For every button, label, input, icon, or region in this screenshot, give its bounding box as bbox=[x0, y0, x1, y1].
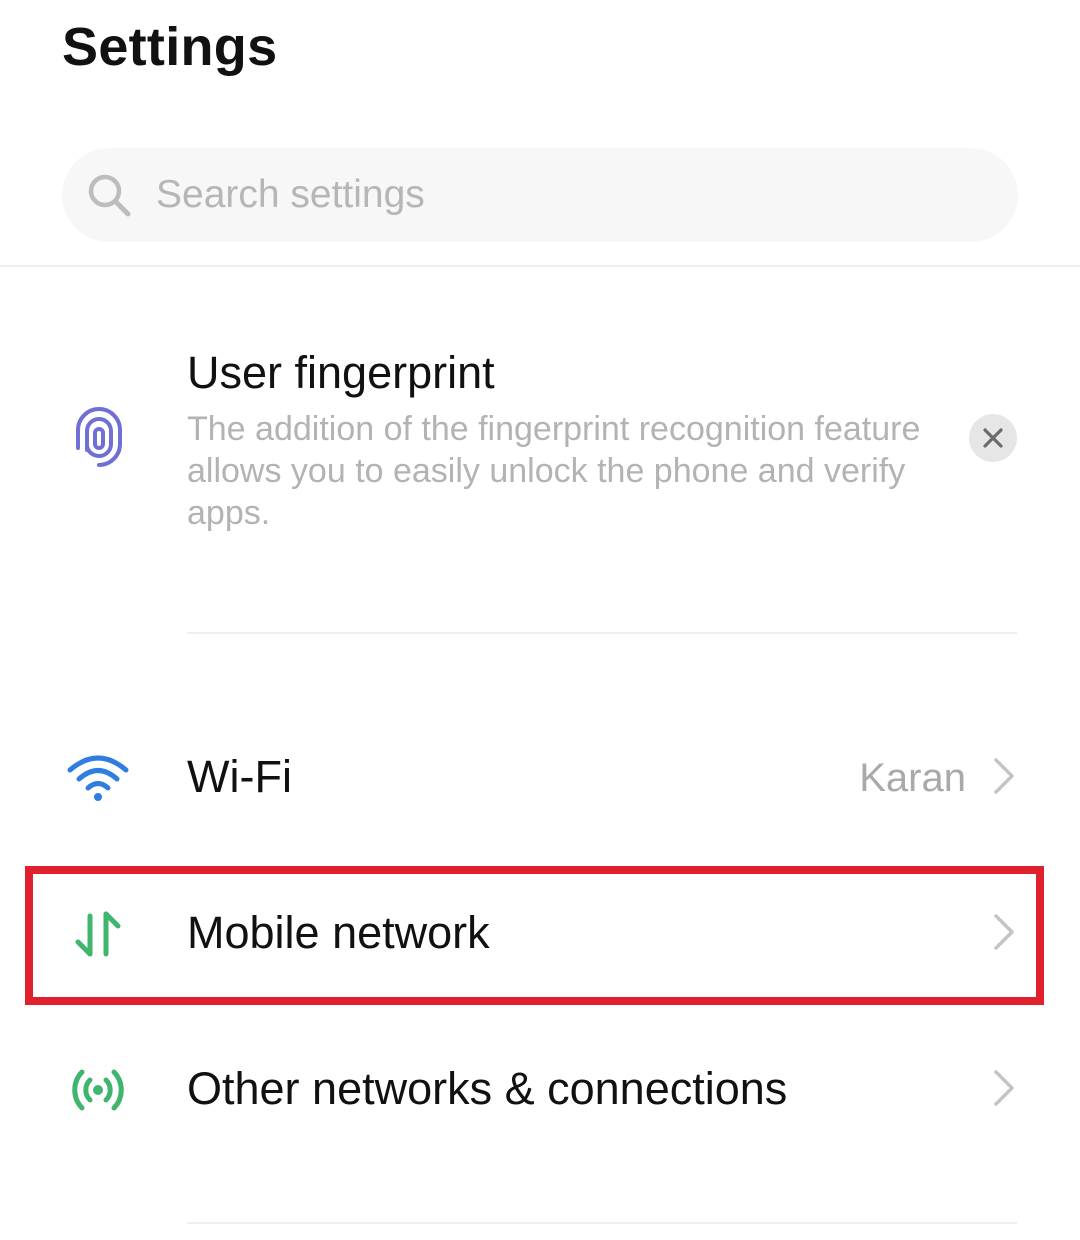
settings-item-label: Other networks & connections bbox=[187, 1063, 788, 1114]
chevron-right-icon bbox=[994, 914, 1014, 950]
settings-item-wifi[interactable]: Wi-Fi Karan bbox=[0, 710, 1080, 840]
chevron-right-icon bbox=[994, 1070, 1014, 1106]
search-icon bbox=[88, 174, 131, 217]
wifi-icon bbox=[67, 755, 129, 801]
suggestion-description: The addition of the fingerprint recognit… bbox=[187, 410, 921, 532]
suggestion-title: User fingerprint bbox=[187, 347, 495, 398]
dismiss-suggestion-button[interactable] bbox=[969, 414, 1017, 462]
section-divider bbox=[187, 1222, 1017, 1224]
wifi-network-name: Karan bbox=[859, 756, 966, 800]
chevron-right-icon bbox=[994, 758, 1014, 794]
settings-item-other-networks[interactable]: Other networks & connections bbox=[0, 1022, 1080, 1152]
search-bar[interactable] bbox=[62, 148, 1018, 242]
page-title: Settings bbox=[62, 17, 278, 77]
fingerprint-icon bbox=[76, 407, 122, 467]
mobile-data-icon bbox=[75, 911, 121, 957]
header-divider bbox=[0, 265, 1080, 267]
search-input[interactable] bbox=[156, 173, 976, 217]
connections-icon bbox=[72, 1069, 124, 1111]
settings-item-label: Mobile network bbox=[187, 907, 490, 958]
settings-item-label: Wi-Fi bbox=[187, 751, 292, 802]
fingerprint-suggestion-card[interactable]: User fingerprint The addition of the fin… bbox=[0, 330, 1080, 570]
section-divider bbox=[187, 632, 1017, 634]
close-icon bbox=[983, 428, 1003, 448]
settings-item-mobile-network[interactable]: Mobile network bbox=[0, 866, 1080, 996]
